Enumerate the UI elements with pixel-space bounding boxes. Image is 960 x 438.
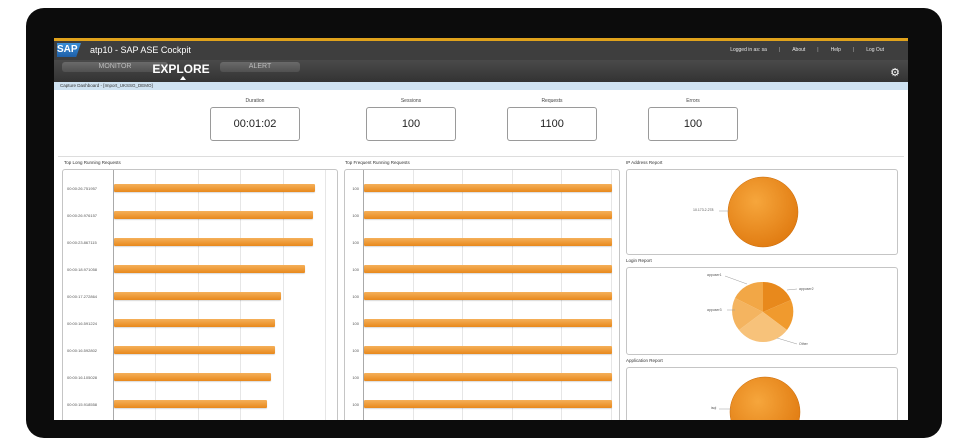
logout-link[interactable]: Log Out: [866, 47, 884, 53]
login-pie-chart: [724, 275, 798, 345]
frequent-bar[interactable]: [364, 184, 612, 192]
long-running-bar[interactable]: [114, 400, 267, 408]
metric-value: 100: [648, 107, 738, 141]
login-report-panel: appuser1 appuser2 appuser3 Other: [626, 267, 898, 355]
long-running-bar[interactable]: [114, 346, 275, 354]
divider: [58, 156, 904, 157]
grid-line: [325, 170, 326, 420]
dashboard-content: Duration 00:01:02 Sessions 100 Requests …: [54, 90, 908, 420]
application-pie-slice[interactable]: [729, 376, 801, 420]
leader-line: [786, 288, 798, 291]
panel-title-long-running: Top Long Running Requests: [64, 160, 121, 165]
metric-duration: Duration 00:01:02: [210, 98, 300, 141]
long-running-row-label: 00:00:16.105028: [67, 375, 98, 380]
panel-title-ip: IP Address Report: [626, 160, 663, 165]
login-pie-label: appuser3: [707, 308, 722, 312]
long-running-row-label: 00:00:17.272864: [67, 294, 98, 299]
metric-value: 00:01:02: [210, 107, 300, 141]
frequent-bar[interactable]: [364, 265, 612, 273]
frequent-row-label: 100: [352, 402, 359, 407]
app-title: atp10 - SAP ASE Cockpit: [90, 45, 191, 55]
long-running-bar[interactable]: [114, 238, 313, 246]
ip-pie-chart: [719, 176, 799, 248]
long-running-row-label: 00:00:16.592802: [67, 348, 98, 353]
long-running-row-label: 00:00:26.976157: [67, 213, 98, 218]
frequent-row-label: 100: [352, 375, 359, 380]
metric-errors: Errors 100: [648, 98, 738, 141]
leader-line: [776, 337, 798, 345]
tab-alert[interactable]: ALERT: [220, 62, 300, 72]
frequent-panel: 100 100 100 100 100 100 100 100 100: [344, 169, 620, 420]
grid-line: [282, 170, 284, 420]
frequent-bar[interactable]: [364, 400, 612, 408]
frequent-bar[interactable]: [364, 292, 612, 300]
long-running-row-label: 00:00:26.751957: [67, 186, 98, 191]
active-tab-caret-icon: [180, 76, 186, 80]
frequent-row-label: 100: [352, 186, 359, 191]
frequent-bar[interactable]: [364, 373, 612, 381]
nav-bar: MONITOR EXPLORE ALERT ⚙: [54, 60, 908, 82]
separator: |: [852, 47, 855, 53]
application-pie-chart: [719, 376, 801, 420]
metric-sessions: Sessions 100: [366, 98, 456, 141]
panel-title-application: Application Report: [626, 358, 663, 363]
frequent-bar[interactable]: [364, 346, 612, 354]
long-running-row-label: 00:00:18.971058: [67, 267, 98, 272]
panel-title-frequent: Top Frequent Running Requests: [345, 160, 410, 165]
gear-icon[interactable]: ⚙: [890, 68, 900, 79]
metric-label: Requests: [541, 98, 563, 104]
top-bar: SAP atp10 - SAP ASE Cockpit Logged in as…: [54, 41, 908, 60]
separator: |: [778, 47, 781, 53]
frequent-bar[interactable]: [364, 211, 612, 219]
frequent-row-label: 100: [352, 213, 359, 218]
login-pie-label: appuser1: [707, 273, 722, 277]
about-link[interactable]: About: [792, 47, 805, 53]
long-running-bar[interactable]: [114, 265, 305, 273]
metric-value: 1100: [507, 107, 597, 141]
metric-value: 100: [366, 107, 456, 141]
metric-label: Errors: [686, 98, 700, 104]
frequent-row-label: 100: [352, 240, 359, 245]
long-running-panel: 00:00:26.751957 00:00:26.976157 00:00:23.8…: [62, 169, 338, 420]
long-running-row-label: 00:00:15.918558: [67, 402, 98, 407]
metric-label: Sessions: [400, 98, 422, 104]
top-links: Logged in as: sa | About | Help | Log Ou…: [730, 47, 884, 53]
separator: |: [817, 47, 819, 53]
sap-logo: SAP: [57, 43, 81, 57]
application-report-panel: isql: [626, 367, 898, 420]
leader-line: [724, 275, 748, 285]
long-running-row-label: 00:00:16.591224: [67, 321, 98, 326]
frequent-row-label: 100: [352, 294, 359, 299]
ip-report-panel: 10.173.2.278: [626, 169, 898, 255]
frequent-bar[interactable]: [364, 238, 612, 246]
frequent-row-label: 100: [352, 321, 359, 326]
long-running-bar[interactable]: [114, 211, 313, 219]
panel-title-login: Login Report: [626, 258, 652, 263]
ip-pie-label: 10.173.2.278: [693, 208, 714, 212]
metric-label: Duration: [245, 98, 265, 104]
frequent-row-label: 100: [352, 267, 359, 272]
logged-in-text: Logged in as: sa: [730, 47, 767, 53]
frequent-row-label: 100: [352, 348, 359, 353]
long-running-bar[interactable]: [114, 292, 281, 300]
app-screen: SAP atp10 - SAP ASE Cockpit Logged in as…: [54, 38, 908, 420]
frequent-bar[interactable]: [364, 319, 612, 327]
long-running-bar[interactable]: [114, 373, 271, 381]
tab-explore[interactable]: EXPLORE: [146, 62, 216, 76]
metric-requests: Requests 1100: [507, 98, 597, 141]
login-pie-label: Other: [799, 342, 808, 346]
help-link[interactable]: Help: [831, 47, 841, 53]
application-pie-label: isql: [711, 406, 717, 410]
long-running-bar[interactable]: [114, 184, 315, 192]
long-running-row-label: 00:00:23.867115: [67, 240, 97, 245]
ip-pie-slice[interactable]: [727, 176, 799, 248]
login-pie-label: appuser2: [799, 287, 814, 291]
long-running-bar[interactable]: [114, 319, 275, 327]
